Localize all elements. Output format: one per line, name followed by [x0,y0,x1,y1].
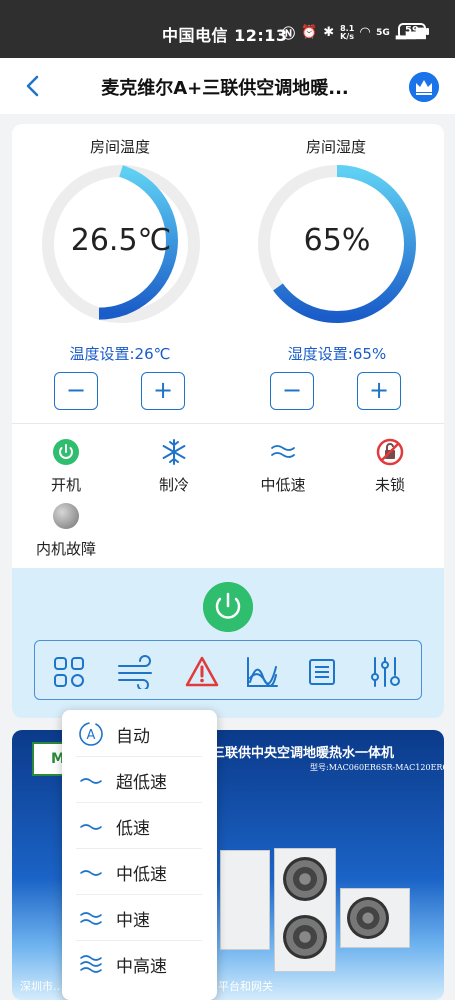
snowflake-icon [162,439,186,465]
status-power: 开机 [21,438,111,495]
dropdown-item-medium-low[interactable]: 中低速 [62,848,217,894]
net-speed: 8.1 K/s [340,23,355,41]
dropdown-item-auto[interactable]: A 自动 [62,710,217,756]
device-card: 房间温度 26.5℃ 温度设置:26℃ − + 房间湿度 65% 湿度设置:65… [12,124,444,718]
auto-icon: A [79,722,103,746]
outdoor-unit-image [220,850,270,950]
bluetooth-icon: ✱ [323,25,335,40]
wind-level-2-icon [80,912,102,925]
svg-text:A: A [87,728,96,743]
wind-level-1-icon [80,870,102,876]
battery-icon: 59 [398,23,429,39]
wind-icon [271,445,295,458]
temperature-increase-button[interactable]: + [141,372,185,410]
temperature-title: 房间温度 [89,138,150,156]
fan-speed-icon[interactable] [117,655,157,689]
wind-level-1-icon [80,778,102,784]
function-toolbar [34,640,422,700]
dropdown-item-medium-high[interactable]: 中高速 [62,940,217,986]
wind-level-1-icon [80,824,102,830]
list-icon[interactable] [305,655,339,689]
signal-label: 5G [376,27,390,38]
temperature-setting: 温度设置:26℃ [69,345,171,363]
carrier-time: 中国电信 12:13 [162,26,288,45]
humidity-setting: 湿度设置:65% [287,345,387,363]
banner-model: 型号:MAC060ER6SR-MAC120ER6SR [310,763,444,772]
warning-icon[interactable] [185,655,219,689]
banner-headline: 三联供中央空调地暖热水一体机 [212,746,395,761]
temperature-value: 26.5℃ [70,223,172,258]
humidity-increase-button[interactable]: + [357,372,401,410]
status-lock: 未锁 [345,438,435,495]
wind-level-3-icon [80,955,102,973]
outdoor-unit-image [274,848,336,972]
outdoor-unit-image [340,888,410,948]
nfc-icon: Ⓝ [282,27,296,42]
chart-icon[interactable] [245,655,279,689]
power-button[interactable] [203,582,253,632]
back-arrow-icon[interactable] [22,74,46,98]
humidity-decrease-button[interactable]: − [270,372,314,410]
status-fan-speed: 中低速 [238,438,328,495]
wifi-icon: ◠ [360,25,371,40]
page-title: 麦克维尔A+三联供空调地暖... [101,78,349,99]
fan-speed-dropdown: A 自动 超低速 低速 中低速 中速 中高速 [62,710,217,1000]
crown-icon[interactable] [409,72,439,102]
temperature-decrease-button[interactable]: − [54,372,98,410]
dropdown-item-medium[interactable]: 中速 [62,894,217,940]
humidity-title: 房间湿度 [305,138,366,156]
alarm-icon: ⏰ [301,25,318,40]
settings-sliders-icon[interactable] [368,655,402,689]
unlock-icon [376,438,404,466]
app-header: 麦克维尔A+三联供空调地暖... [0,58,455,114]
dropdown-item-ultra-low[interactable]: 超低速 [62,756,217,802]
humidity-value: 65% [303,223,371,258]
status-indoor-fault: 内机故障 [21,502,111,559]
fault-indicator-icon [53,503,79,529]
dropdown-item-low[interactable]: 低速 [62,802,217,848]
status-mode: 制冷 [129,438,219,495]
status-bar: 中国电信 12:13 Ⓝ ⏰ ✱ 8.1 K/s ◠ 5G ▂▄▆ 59 [0,0,455,58]
grid-icon[interactable] [52,655,86,689]
divider [12,423,444,424]
power-on-icon [53,439,79,465]
